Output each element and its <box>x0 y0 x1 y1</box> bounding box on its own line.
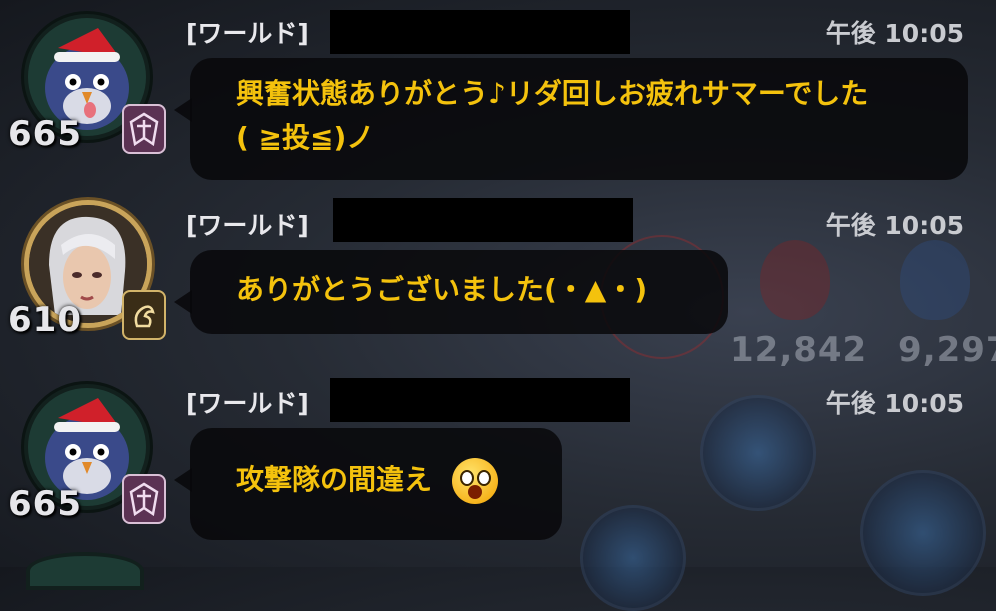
player-level: 665 <box>8 114 82 154</box>
message-text: ありがとうございました(・▲・) <box>236 273 648 306</box>
redacted-username <box>330 10 630 54</box>
redacted-username <box>330 378 630 422</box>
channel-label: [ワールド] <box>186 19 309 48</box>
shocked-face-emoji <box>451 458 498 504</box>
player-avatar[interactable]: 610 <box>4 192 166 352</box>
chat-message: 665 [ワールド] 午後 10:05 興奮状態ありがとう♪リダ回しお疲れサマー… <box>0 0 996 190</box>
chat-message: 665 [ワールド] 午後 10:05 攻撃隊の間違え <box>0 370 996 560</box>
message-time: 午後 10:05 <box>825 211 964 240</box>
chat-message: 610 [ワールド] 午後 10:05 ありがとうございました(・▲・) <box>0 186 996 356</box>
message-time: 午後 10:05 <box>825 389 964 418</box>
message-bubble[interactable]: 興奮状態ありがとう♪リダ回しお疲れサマーでした ( ≧投≦)ノ <box>174 58 968 180</box>
guild-crest-badge <box>122 104 166 154</box>
message-time: 午後 10:05 <box>825 19 964 48</box>
message-text: ( ≧投≦)ノ <box>236 121 375 154</box>
player-avatar[interactable]: 665 <box>4 376 166 536</box>
redacted-username <box>333 198 633 242</box>
player-level: 665 <box>8 484 82 524</box>
next-player-avatar[interactable] <box>26 552 144 590</box>
message-bubble[interactable]: ありがとうございました(・▲・) <box>174 250 728 334</box>
message-bubble[interactable]: 攻撃隊の間違え <box>174 428 562 540</box>
channel-label: [ワールド] <box>186 389 309 418</box>
message-text: 攻撃隊の間違え <box>236 463 433 496</box>
player-level: 610 <box>8 300 82 340</box>
channel-label: [ワールド] <box>186 211 309 240</box>
guild-crest-badge <box>122 474 166 524</box>
player-avatar[interactable]: 665 <box>4 6 166 166</box>
message-text: 興奮状態ありがとう♪リダ回しお疲れサマーでした <box>236 77 869 110</box>
dragon-crest-badge <box>122 290 166 340</box>
